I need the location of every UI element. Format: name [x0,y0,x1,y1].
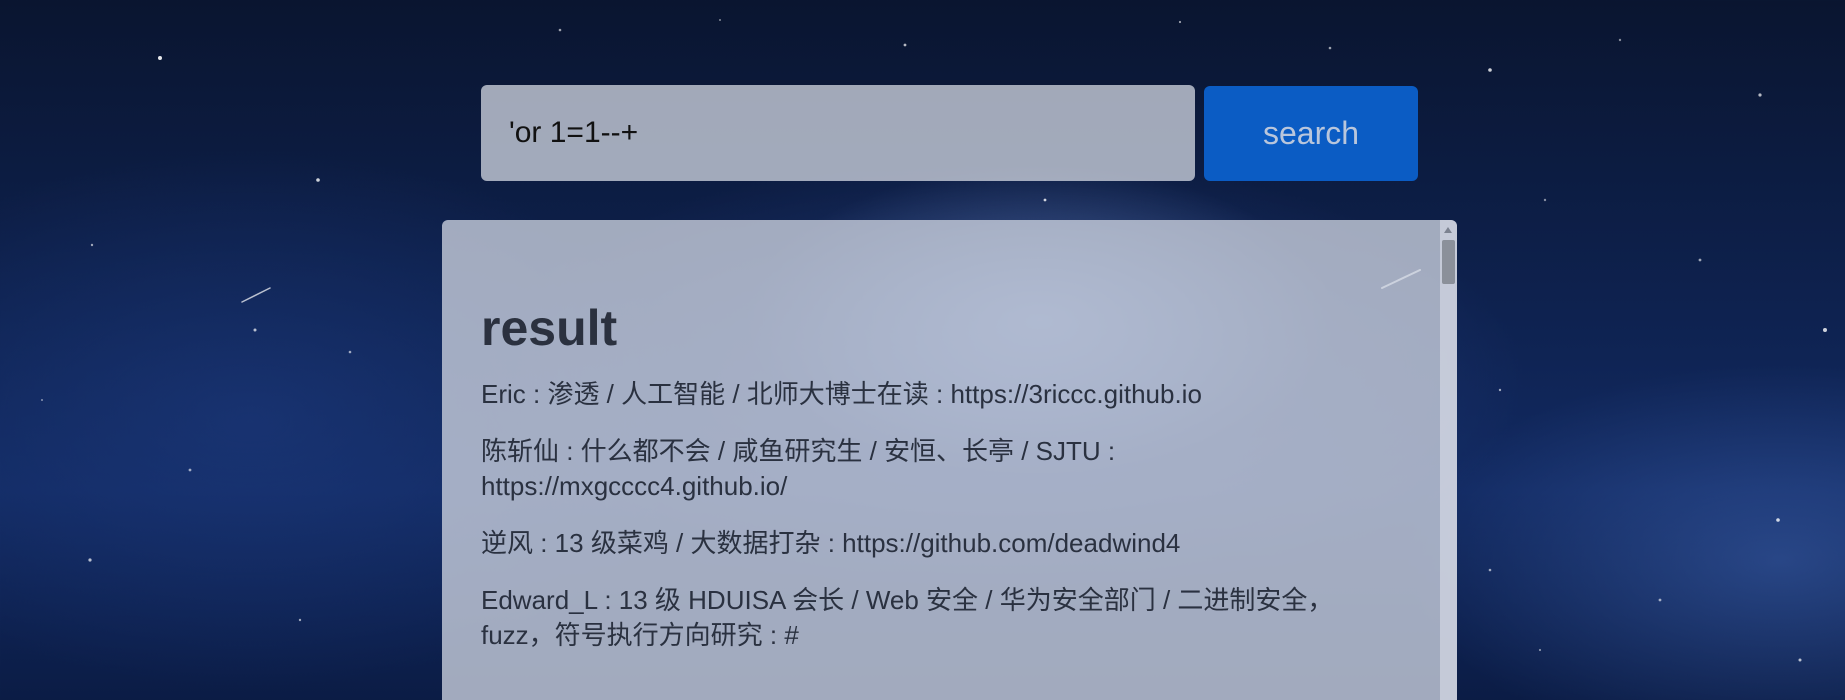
result-item-3: 逆风 : 13 级菜鸡 / 大数据打杂 : https://github.com… [481,527,1181,558]
result-content: result Eric : 渗透 / 人工智能 / 北师大博士在读 : http… [481,302,1341,675]
search-input[interactable] [481,85,1195,181]
result-item-2: 陈斩仙 : 什么都不会 / 咸鱼研究生 / 安恒、长亭 / SJTU : htt… [481,435,1116,501]
scroll-thumb[interactable] [1442,240,1455,284]
result-panel[interactable]: result Eric : 渗透 / 人工智能 / 北师大博士在读 : http… [442,220,1457,700]
result-item-1: Eric : 渗透 / 人工智能 / 北师大博士在读 : https://3ri… [481,378,1202,409]
scroll-up-arrow-icon[interactable] [1444,227,1452,233]
result-scrollbar[interactable] [1440,220,1457,700]
search-button[interactable]: search [1204,86,1418,181]
result-item-4: Edward_L : 13 级 HDUISA 会长 / Web 安全 / 华为安… [481,584,1334,650]
result-heading: result [481,300,618,356]
